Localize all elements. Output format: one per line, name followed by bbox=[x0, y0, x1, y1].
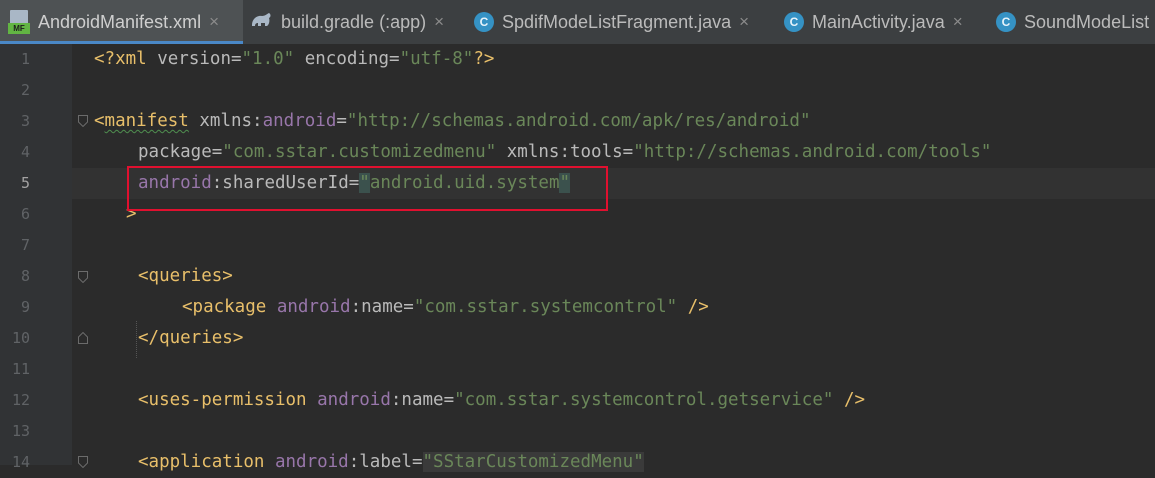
line-number: 11 bbox=[11, 360, 30, 378]
tab-label: SoundModeList bbox=[1024, 11, 1150, 32]
tab-label: AndroidManifest.xml bbox=[38, 11, 202, 32]
class-icon: C bbox=[784, 12, 804, 32]
code-line-8: <queries> bbox=[138, 266, 233, 286]
code-line-4: package="com.sstar.customizedmenu" xmlns… bbox=[138, 142, 992, 162]
line-number: 6 bbox=[20, 205, 30, 223]
close-icon[interactable]: × bbox=[953, 12, 963, 32]
class-icon: C bbox=[996, 12, 1016, 32]
tab-androidmanifest[interactable]: MF AndroidManifest.xml × bbox=[0, 0, 243, 44]
line-number: 4 bbox=[20, 143, 30, 161]
line-number: 9 bbox=[20, 298, 30, 316]
close-icon[interactable]: × bbox=[434, 12, 444, 32]
line-number: 7 bbox=[20, 236, 30, 254]
code-line-14: <application android:label="SStarCustomi… bbox=[138, 452, 644, 472]
line-number-gutter: 1 2 3 4 5 6 7 8 9 10 11 12 13 14 bbox=[0, 44, 72, 471]
line-number: 14 bbox=[11, 453, 30, 471]
code-line-3: <manifest xmlns:android="http://schemas.… bbox=[94, 111, 811, 131]
editor-tab-bar: MF AndroidManifest.xml × build.gradle (:… bbox=[0, 0, 1155, 44]
gradle-icon bbox=[249, 11, 273, 34]
line-number: 1 bbox=[20, 50, 30, 68]
line-number: 13 bbox=[11, 422, 30, 440]
line-number: 10 bbox=[11, 329, 30, 347]
tab-build-gradle[interactable]: build.gradle (:app) × bbox=[249, 0, 444, 44]
tab-label: MainActivity.java bbox=[812, 11, 945, 32]
line-number: 3 bbox=[20, 112, 30, 130]
highlight-box bbox=[127, 166, 608, 211]
line-number: 8 bbox=[20, 267, 30, 285]
code-line-10: </queries> bbox=[138, 328, 244, 348]
class-icon: C bbox=[474, 12, 494, 32]
tab-soundmodelist[interactable]: C SoundModeList bbox=[996, 0, 1149, 44]
manifest-icon: MF bbox=[8, 10, 30, 34]
line-number: 2 bbox=[20, 81, 30, 99]
code-editor[interactable]: <?xml version="1.0" encoding="utf-8"?> <… bbox=[72, 44, 1155, 472]
tab-mainactivity[interactable]: C MainActivity.java × bbox=[784, 0, 963, 44]
line-number: 12 bbox=[11, 391, 30, 409]
line-number-current: 5 bbox=[20, 174, 30, 192]
tab-label: build.gradle (:app) bbox=[281, 11, 427, 32]
tab-spdifmodelistfragment[interactable]: C SpdifModeListFragment.java × bbox=[474, 0, 749, 44]
code-line-12: <uses-permission android:name="com.sstar… bbox=[138, 390, 866, 410]
code-line-9: <package android:name="com.sstar.systemc… bbox=[182, 297, 709, 317]
close-icon[interactable]: × bbox=[209, 12, 219, 32]
close-icon[interactable]: × bbox=[739, 12, 749, 32]
tab-label: SpdifModeListFragment.java bbox=[502, 11, 732, 32]
indent-guide bbox=[136, 321, 137, 358]
code-line-1: <?xml version="1.0" encoding="utf-8"?> bbox=[94, 49, 495, 69]
